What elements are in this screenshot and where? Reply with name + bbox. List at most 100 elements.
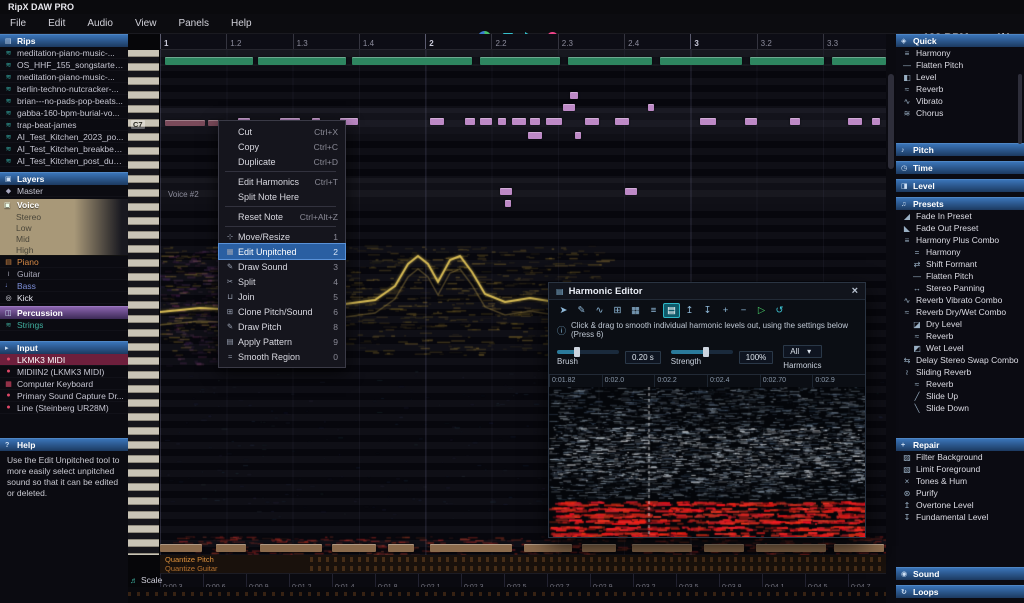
note-block[interactable] <box>480 57 560 65</box>
toolbar-tool-button[interactable]: ➤ <box>555 303 572 318</box>
note-block[interactable] <box>528 132 542 139</box>
context-menu-item[interactable]: ✂ Split 4 <box>219 274 345 289</box>
sound-section-header[interactable]: ◉ Sound <box>896 567 1024 580</box>
time-ruler[interactable]: 0:00.3 0:00.6 0:00.9 0:01.2 0:01.4 <box>160 573 886 587</box>
spectrogram-view[interactable] <box>549 387 865 537</box>
preset-item[interactable]: ⇄ Shift Formant <box>896 258 1024 270</box>
rip-list-item[interactable]: ≋ trap-beat-james <box>0 119 128 131</box>
quick-effect-item[interactable]: ∿ Vibrato <box>896 95 1024 107</box>
input-device-item[interactable]: ● Primary Sound Capture Dr... <box>0 390 128 402</box>
menu-item[interactable]: Edit <box>48 18 65 29</box>
quick-effect-item[interactable]: — Flatten Pitch <box>896 59 1024 71</box>
piano-keyboard[interactable]: C7 <box>128 50 160 555</box>
note-block[interactable] <box>160 544 202 552</box>
quick-effect-item[interactable]: ≡ Harmony <box>896 47 1024 59</box>
preset-item[interactable]: ╱ Slide Up <box>896 390 1024 402</box>
rip-list-item[interactable]: ≋ OS_HHF_155_songstarter-... <box>0 59 128 71</box>
quick-effect-item[interactable]: ≋ Chorus <box>896 107 1024 119</box>
rip-list-item[interactable]: ≋ meditation-piano-music-... <box>0 47 128 59</box>
note-block[interactable] <box>430 544 512 552</box>
context-menu-item[interactable]: Duplicate Ctrl+D <box>219 154 345 169</box>
preset-item[interactable]: ◣ Fade Out Preset <box>896 222 1024 234</box>
note-block[interactable] <box>500 188 512 195</box>
harmonic-editor-titlebar[interactable]: ▤ Harmonic Editor × <box>549 283 865 300</box>
menu-item[interactable]: View <box>135 18 157 29</box>
toolbar-tool-button[interactable]: ✎ <box>573 303 590 318</box>
rip-list-item[interactable]: ≋ brian---no-pads-pop-beats... <box>0 95 128 107</box>
vertical-scrollbar[interactable] <box>886 34 896 603</box>
context-menu-item[interactable]: ▤ Apply Pattern 9 <box>219 334 345 349</box>
rip-list-item[interactable]: ≋ berlin-techno-nutcracker-... <box>0 83 128 95</box>
toolbar-tool-button[interactable]: − <box>735 303 752 318</box>
preset-item[interactable]: ╲ Slide Down <box>896 402 1024 414</box>
rip-list-item[interactable]: ≋ AI_Test_Kitchen_post_dub... <box>0 155 128 167</box>
note-block[interactable] <box>575 132 581 139</box>
layer-item[interactable]: ≀ Guitar <box>0 268 128 280</box>
context-menu-item[interactable]: Reset Note Ctrl+Alt+Z <box>219 209 345 224</box>
help-section-header[interactable]: ? Help <box>0 438 128 451</box>
repair-item[interactable]: ↧ Fundamental Level <box>896 511 1024 523</box>
preset-item[interactable]: ≈ Reverb Dry/Wet Combo <box>896 306 1024 318</box>
strength-value-field[interactable]: 100% <box>739 351 773 364</box>
timeline-ruler[interactable]: 1 1.2 1.3 1.4 2 2.2 <box>160 34 886 50</box>
toolbar-tool-button[interactable]: ▦ <box>627 303 644 318</box>
rips-section-header[interactable]: ▤ Rips <box>0 34 128 47</box>
preset-item[interactable]: ≈ Reverb <box>896 330 1024 342</box>
context-menu-item[interactable]: ≈ Smooth Region 0 <box>219 349 345 364</box>
toolbar-tool-button[interactable]: ≡ <box>645 303 662 318</box>
preset-item[interactable]: = Harmony <box>896 246 1024 258</box>
note-block[interactable] <box>570 92 578 99</box>
level-section-header[interactable]: ◨ Level <box>896 179 1024 192</box>
right-sidebar-scrollbar[interactable] <box>1018 74 1022 144</box>
quantize-pitch-row[interactable]: Quantize Pitch <box>160 555 886 564</box>
voice-sublayer-item[interactable]: Stereo <box>0 211 128 222</box>
note-block[interactable] <box>465 118 475 125</box>
context-menu-item[interactable]: ▦ Edit Unpitched 2 <box>219 244 345 259</box>
context-menu-item[interactable]: ⊔ Join 5 <box>219 289 345 304</box>
preset-item[interactable]: ⇆ Delay Stereo Swap Combo <box>896 354 1024 366</box>
layer-item-master[interactable]: ◆ Master <box>0 185 128 197</box>
voice-sublayer-item[interactable]: High <box>0 244 128 255</box>
note-block[interactable] <box>430 118 444 125</box>
strength-slider[interactable] <box>671 350 733 354</box>
preset-item[interactable]: ◢ Fade In Preset <box>896 210 1024 222</box>
note-block[interactable] <box>480 118 492 125</box>
context-menu-item[interactable]: ⊞ Clone Pitch/Sound 6 <box>219 304 345 319</box>
layers-section-header[interactable]: ▣ Layers <box>0 172 128 185</box>
quick-effect-item[interactable]: ◧ Level <box>896 71 1024 83</box>
note-block[interactable] <box>563 104 575 111</box>
menu-item[interactable]: File <box>10 18 26 29</box>
repair-item[interactable]: ⊛ Purify <box>896 487 1024 499</box>
pitch-section-header[interactable]: ♪ Pitch <box>896 143 1024 156</box>
note-block[interactable] <box>848 118 862 125</box>
layer-group-voice[interactable]: ▣ Voice StereoLowMidHigh <box>0 199 128 256</box>
voice-sublayer-item[interactable]: Mid <box>0 233 128 244</box>
note-block[interactable] <box>505 200 511 207</box>
note-block[interactable] <box>700 118 716 125</box>
note-block[interactable] <box>530 118 540 125</box>
note-block[interactable] <box>498 118 506 125</box>
toolbar-tool-button[interactable]: ↺ <box>771 303 788 318</box>
repair-item[interactable]: ↥ Overtone Level <box>896 499 1024 511</box>
toolbar-tool-button[interactable]: ▷ <box>753 303 770 318</box>
toolbar-tool-button[interactable]: ∿ <box>591 303 608 318</box>
harmonics-dropdown[interactable]: All ▾ <box>783 345 821 358</box>
context-menu-item[interactable]: Copy Ctrl+C <box>219 139 345 154</box>
repair-section-header[interactable]: + Repair <box>896 438 1024 451</box>
layer-item[interactable]: ▤ Piano <box>0 256 128 268</box>
note-block[interactable] <box>745 118 757 125</box>
preset-item[interactable]: ≀ Sliding Reverb <box>896 366 1024 378</box>
rip-list-item[interactable]: ≋ gabba-160-bpm-burial-vo... <box>0 107 128 119</box>
layer-item[interactable]: ◎ Kick <box>0 292 128 304</box>
note-block[interactable] <box>660 57 742 65</box>
note-block[interactable] <box>832 57 886 65</box>
input-device-item[interactable]: ● MIDIIN2 (LKMK3 MIDI) <box>0 366 128 378</box>
time-section-header[interactable]: ◷ Time <box>896 161 1024 174</box>
note-block[interactable] <box>512 118 526 125</box>
repair-item[interactable]: ▧ Limit Foreground <box>896 463 1024 475</box>
repair-item[interactable]: ▨ Filter Background <box>896 451 1024 463</box>
layer-item-strings[interactable]: ≋ Strings <box>0 319 128 331</box>
note-block[interactable] <box>790 118 800 125</box>
note-block[interactable] <box>216 544 246 552</box>
context-menu-item[interactable]: ✎ Draw Pitch 8 <box>219 319 345 334</box>
